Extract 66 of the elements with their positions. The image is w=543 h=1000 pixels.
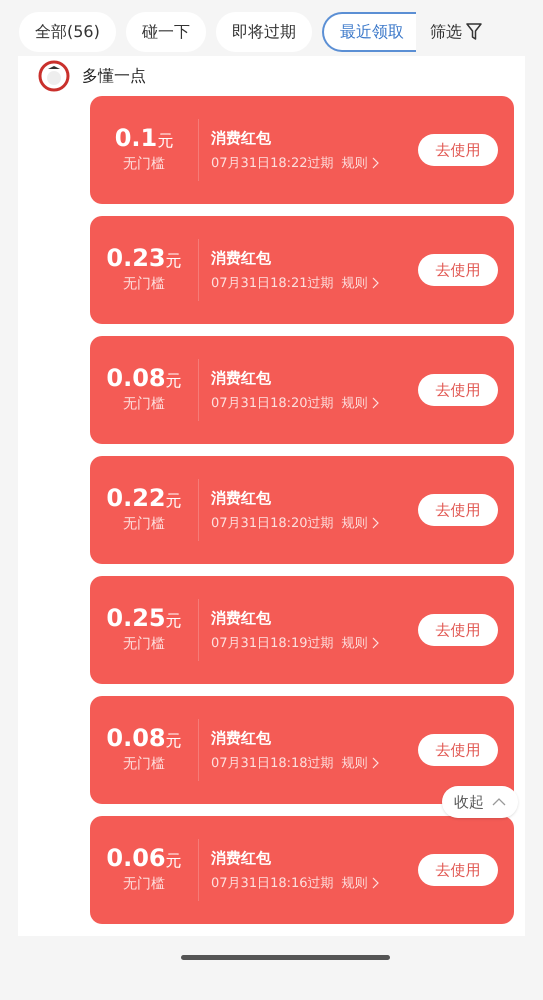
filter-tab[interactable]: 即将过期: [216, 12, 312, 52]
filter-icon: [466, 22, 482, 40]
coupon-unit: 元: [166, 612, 182, 628]
coupon-title: 消费红包: [211, 608, 272, 629]
coupon-amount: 0.25: [106, 606, 166, 630]
coupon-expiry: 07月31日18:20过期: [211, 514, 334, 532]
coupon-amount: 0.06: [106, 846, 166, 870]
coupon-unit: 元: [157, 132, 174, 148]
coupon-amount: 0.23: [106, 246, 166, 270]
chevron-up-icon: [492, 798, 506, 806]
coupon-amount: 0.22: [106, 486, 166, 510]
coupon-amount: 0.08: [106, 366, 166, 390]
filter-tab[interactable]: 碰一下: [126, 12, 206, 52]
chevron-right-icon: [372, 517, 379, 530]
coupon-title: 消费红包: [211, 488, 272, 509]
coupon-expiry: 07月31日18:22过期: [211, 154, 334, 172]
coupon-title: 消费红包: [211, 368, 272, 389]
use-button[interactable]: 去使用: [418, 134, 498, 166]
chevron-right-icon: [372, 397, 379, 410]
filter-tab[interactable]: 全部(56): [19, 12, 116, 52]
coupon-title: 消费红包: [211, 128, 272, 149]
coupon-condition: 无门槛: [123, 394, 165, 414]
coupon-expiry: 07月31日18:19过期: [211, 634, 334, 652]
coupon-condition: 无门槛: [123, 274, 165, 294]
coupon-unit: 元: [166, 372, 182, 388]
use-button[interactable]: 去使用: [418, 854, 498, 886]
filter-button[interactable]: 筛选: [430, 20, 482, 44]
rule-link[interactable]: 规则: [342, 514, 379, 533]
coupon-expiry: 07月31日18:21过期: [211, 274, 334, 292]
rule-link[interactable]: 规则: [342, 634, 379, 653]
rule-link[interactable]: 规则: [342, 754, 379, 773]
use-button[interactable]: 去使用: [418, 374, 498, 406]
store-avatar-icon: [38, 60, 70, 92]
coupon-expiry: 07月31日18:20过期: [211, 394, 334, 412]
chevron-right-icon: [372, 157, 379, 170]
rule-link[interactable]: 规则: [342, 394, 379, 413]
coupon-condition: 无门槛: [123, 154, 165, 174]
chevron-right-icon: [372, 757, 379, 770]
coupon-amount: 0.08: [106, 726, 166, 750]
chevron-right-icon: [372, 277, 379, 290]
filter-tab[interactable]: 最近领取: [322, 12, 416, 52]
coupon-unit: 元: [166, 492, 182, 508]
store-name: 多懂一点: [82, 65, 146, 87]
coupon-amount: 0.1: [114, 126, 158, 150]
coupon-title: 消费红包: [211, 248, 272, 269]
use-button[interactable]: 去使用: [418, 254, 498, 286]
rule-link[interactable]: 规则: [342, 874, 379, 893]
coupon-unit: 元: [166, 732, 182, 748]
collapse-button[interactable]: 收起: [442, 786, 518, 818]
coupon-unit: 元: [166, 852, 182, 868]
use-button[interactable]: 去使用: [418, 614, 498, 646]
coupon-expiry: 07月31日18:18过期: [211, 754, 334, 772]
coupon-condition: 无门槛: [123, 754, 165, 774]
coupon-expiry: 07月31日18:16过期: [211, 874, 334, 892]
rule-link[interactable]: 规则: [342, 274, 379, 293]
coupon-title: 消费红包: [211, 848, 272, 869]
use-button[interactable]: 去使用: [418, 494, 498, 526]
chevron-right-icon: [372, 877, 379, 890]
use-button[interactable]: 去使用: [418, 734, 498, 766]
coupon-condition: 无门槛: [123, 874, 165, 894]
chevron-right-icon: [372, 637, 379, 650]
coupon-condition: 无门槛: [123, 634, 165, 654]
coupon-condition: 无门槛: [123, 514, 165, 534]
coupon-title: 消费红包: [211, 728, 272, 749]
rule-link[interactable]: 规则: [342, 154, 379, 173]
coupon-unit: 元: [166, 252, 182, 268]
